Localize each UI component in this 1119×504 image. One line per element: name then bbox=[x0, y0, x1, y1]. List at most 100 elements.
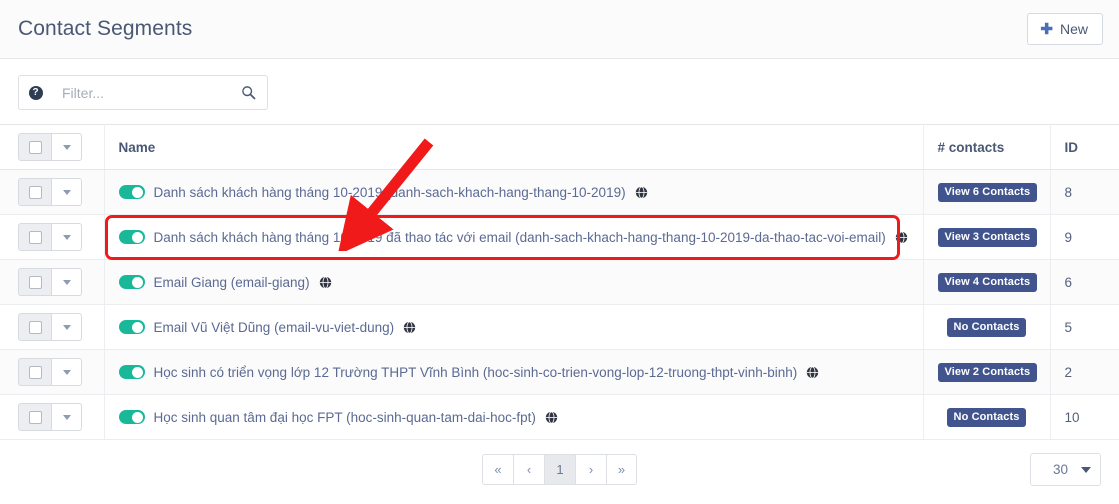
publish-toggle[interactable] bbox=[118, 275, 145, 289]
row-checkbox[interactable] bbox=[18, 358, 52, 386]
globe-icon bbox=[895, 230, 907, 244]
row-name-cell: Email Vũ Việt Dũng (email-vu-viet-dung) bbox=[104, 304, 924, 350]
row-name-cell: Danh sách khách hàng tháng 10-2019 (danh… bbox=[104, 169, 924, 215]
table-row: Email Giang (email-giang) View 4 Contact… bbox=[0, 259, 1119, 305]
row-actions-dropdown[interactable] bbox=[52, 178, 82, 206]
header-actions: ✚ New bbox=[1027, 13, 1103, 45]
publish-toggle[interactable] bbox=[118, 365, 145, 379]
globe-icon bbox=[319, 275, 331, 289]
filter-help-button[interactable]: ? bbox=[18, 75, 52, 110]
view-contacts-badge[interactable]: View 3 Contacts bbox=[937, 227, 1038, 247]
column-header-contacts[interactable]: # contacts bbox=[923, 124, 1051, 170]
table-row: Học sinh có triển vọng lớp 12 Trường THP… bbox=[0, 349, 1119, 395]
publish-toggle[interactable] bbox=[118, 185, 145, 199]
row-select-cell bbox=[0, 349, 105, 395]
pagination: « ‹ 1 › » bbox=[482, 453, 637, 485]
globe-icon bbox=[635, 185, 647, 199]
row-actions-dropdown[interactable] bbox=[52, 358, 82, 386]
row-checkbox[interactable] bbox=[18, 223, 52, 251]
table-row: Học sinh quan tâm đại học FPT (hoc-sinh-… bbox=[0, 394, 1119, 440]
table-header: Name # contacts ID bbox=[0, 124, 1119, 170]
publish-toggle[interactable] bbox=[118, 410, 145, 424]
toggle-knob bbox=[132, 186, 143, 198]
pagination-page-1[interactable]: 1 bbox=[544, 453, 575, 485]
row-actions-dropdown[interactable] bbox=[52, 313, 82, 341]
page-header: Contact Segments ✚ New bbox=[0, 0, 1119, 59]
row-actions-dropdown[interactable] bbox=[52, 403, 82, 431]
select-all-checkbox[interactable] bbox=[18, 133, 52, 161]
table-row: Danh sách khách hàng tháng 10-2019 đã th… bbox=[0, 214, 1119, 260]
row-actions-dropdown[interactable] bbox=[52, 268, 82, 296]
table-body: Danh sách khách hàng tháng 10-2019 (danh… bbox=[0, 169, 1119, 440]
plus-icon: ✚ bbox=[1040, 20, 1053, 38]
toggle-knob bbox=[132, 276, 143, 288]
table-row: Email Vũ Việt Dũng (email-vu-viet-dung) … bbox=[0, 304, 1119, 350]
globe-icon bbox=[403, 320, 416, 334]
help-circle-icon: ? bbox=[28, 85, 43, 100]
toggle-knob bbox=[132, 231, 143, 243]
view-contacts-badge[interactable]: View 2 Contacts bbox=[937, 362, 1038, 382]
pagination-last[interactable]: » bbox=[606, 453, 637, 485]
table-row: Danh sách khách hàng tháng 10-2019 (danh… bbox=[0, 169, 1119, 215]
row-id-cell: 5 bbox=[1050, 304, 1119, 350]
page-size-select[interactable]: 30 bbox=[1030, 453, 1101, 486]
view-contacts-badge[interactable]: No Contacts bbox=[946, 317, 1027, 337]
segment-name-link[interactable]: Học sinh quan tâm đại học FPT (hoc-sinh-… bbox=[154, 410, 536, 425]
row-checkbox[interactable] bbox=[18, 178, 52, 206]
checkbox-icon bbox=[28, 275, 42, 289]
toggle-knob bbox=[132, 411, 143, 423]
row-select-cell bbox=[0, 304, 105, 350]
row-contacts-cell: No Contacts bbox=[923, 304, 1051, 350]
chevron-down-icon bbox=[62, 279, 71, 285]
row-name-cell: Học sinh có triển vọng lớp 12 Trường THP… bbox=[104, 349, 924, 395]
new-button-label: New bbox=[1059, 21, 1088, 37]
row-select-group bbox=[18, 358, 82, 386]
row-name-cell: Danh sách khách hàng tháng 10-2019 đã th… bbox=[104, 214, 924, 260]
row-select-group bbox=[18, 178, 82, 206]
row-id-cell: 9 bbox=[1050, 214, 1119, 260]
segment-name-link[interactable]: Danh sách khách hàng tháng 10-2019 (danh… bbox=[154, 185, 626, 200]
row-contacts-cell: View 4 Contacts bbox=[923, 259, 1051, 305]
new-button[interactable]: ✚ New bbox=[1027, 13, 1103, 45]
row-checkbox[interactable] bbox=[18, 313, 52, 341]
chevron-down-icon bbox=[62, 369, 71, 375]
chevron-down-icon bbox=[62, 414, 71, 420]
row-checkbox[interactable] bbox=[18, 403, 52, 431]
publish-toggle[interactable] bbox=[118, 230, 145, 244]
column-header-id[interactable]: ID bbox=[1050, 124, 1119, 170]
select-all-group bbox=[18, 133, 82, 161]
segment-name-link[interactable]: Email Giang (email-giang) bbox=[154, 275, 310, 290]
view-contacts-badge[interactable]: View 6 Contacts bbox=[937, 182, 1038, 202]
table-header-row: Name # contacts ID bbox=[0, 124, 1119, 170]
row-select-group bbox=[18, 223, 82, 251]
row-id-cell: 6 bbox=[1050, 259, 1119, 305]
view-contacts-badge[interactable]: View 4 Contacts bbox=[937, 272, 1038, 292]
search-button[interactable] bbox=[230, 75, 268, 110]
checkbox-icon bbox=[28, 410, 42, 424]
pagination-first[interactable]: « bbox=[482, 453, 513, 485]
checkbox-icon bbox=[28, 230, 42, 244]
pagination-next[interactable]: › bbox=[575, 453, 606, 485]
publish-toggle[interactable] bbox=[118, 320, 145, 334]
segment-name-link[interactable]: Email Vũ Việt Dũng (email-vu-viet-dung) bbox=[154, 320, 395, 335]
page-title: Contact Segments bbox=[18, 17, 193, 40]
pagination-prev[interactable]: ‹ bbox=[513, 453, 544, 485]
view-contacts-badge[interactable]: No Contacts bbox=[946, 407, 1027, 427]
page-size-value: 30 bbox=[1052, 462, 1069, 477]
row-id-cell: 10 bbox=[1050, 394, 1119, 440]
row-select-group bbox=[18, 313, 82, 341]
segments-table: Name # contacts ID Danh sách khách hàng … bbox=[0, 124, 1119, 440]
column-header-name[interactable]: Name bbox=[104, 124, 924, 170]
checkbox-icon bbox=[28, 320, 42, 334]
row-name-cell: Học sinh quan tâm đại học FPT (hoc-sinh-… bbox=[104, 394, 924, 440]
row-checkbox[interactable] bbox=[18, 268, 52, 296]
row-actions-dropdown[interactable] bbox=[52, 223, 82, 251]
chevron-down-icon bbox=[62, 324, 71, 330]
segment-name-link[interactable]: Danh sách khách hàng tháng 10-2019 đã th… bbox=[154, 230, 886, 245]
row-name-cell: Email Giang (email-giang) bbox=[104, 259, 924, 305]
checkbox-icon bbox=[28, 365, 42, 379]
select-all-dropdown[interactable] bbox=[52, 133, 82, 161]
segment-name-link[interactable]: Học sinh có triển vọng lớp 12 Trường THP… bbox=[154, 365, 798, 380]
row-select-group bbox=[18, 403, 82, 431]
search-input[interactable] bbox=[52, 75, 230, 110]
